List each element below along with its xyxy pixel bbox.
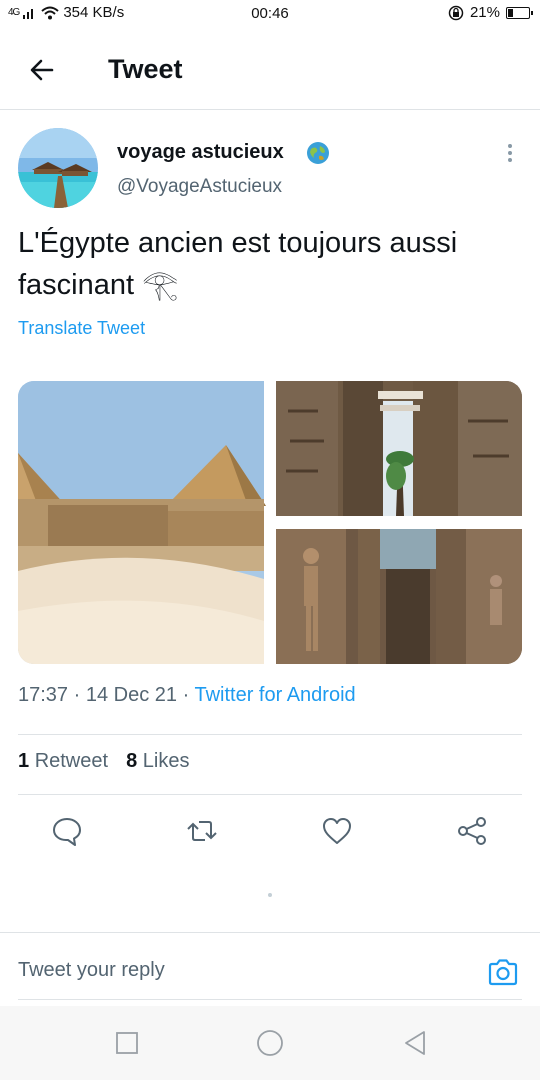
rotation-lock-icon — [448, 5, 464, 20]
arrow-left-icon[interactable] — [24, 52, 60, 88]
system-nav-bar — [0, 1006, 540, 1080]
tweet-actions — [0, 808, 540, 856]
meta-separator: · — [182, 684, 190, 706]
more-vertical-icon[interactable] — [500, 140, 520, 166]
globe-icon — [307, 142, 329, 164]
likes-label: Likes — [142, 750, 190, 772]
back-icon[interactable] — [400, 1028, 430, 1058]
tweet-source[interactable]: Twitter for Android — [194, 684, 355, 706]
retweet-icon[interactable] — [185, 814, 219, 848]
user-name[interactable]: voyage astucieux — [117, 141, 284, 164]
avatar[interactable] — [18, 128, 98, 208]
retweets-stat[interactable]: 1 Retweet — [18, 750, 108, 773]
battery-percent: 21% — [469, 4, 500, 21]
likes-count: 8 — [126, 750, 138, 772]
media-grid — [18, 381, 522, 664]
tweet-meta: 17:37 · 14 Dec 21 · Twitter for Android — [18, 684, 356, 707]
battery-icon — [506, 6, 533, 19]
user-handle[interactable]: @VoyageAstucieux — [117, 176, 282, 198]
tweet-stats: 1 Retweet 8 Likes — [18, 750, 189, 773]
tweet-date: 14 Dec 21 — [85, 684, 178, 706]
home-icon[interactable] — [255, 1028, 285, 1058]
meta-separator: · — [73, 684, 81, 706]
heart-icon[interactable] — [320, 814, 354, 848]
status-bar: 4G 354 KB/s 00:46 21% — [0, 0, 540, 28]
camera-icon[interactable] — [486, 955, 520, 989]
page-title: Tweet — [108, 54, 183, 84]
reply-bar: Tweet your reply — [0, 932, 540, 1002]
retweets-label: Retweet — [34, 750, 109, 772]
recent-apps-icon[interactable] — [112, 1028, 142, 1058]
loading-dot — [268, 893, 272, 897]
share-icon[interactable] — [455, 814, 489, 848]
tweet-time: 17:37 — [18, 684, 69, 706]
divider — [18, 734, 522, 735]
comment-icon[interactable] — [50, 814, 84, 848]
tweet-text: L'Égypte ancien est toujours aussi fasci… — [18, 227, 458, 301]
top-app-bar: Tweet — [0, 28, 540, 110]
divider — [18, 794, 522, 795]
likes-stat[interactable]: 8 Likes — [126, 750, 189, 773]
reply-input[interactable]: Tweet your reply — [18, 959, 165, 982]
reply-underline — [18, 999, 522, 1000]
media-image-columns[interactable] — [276, 381, 522, 516]
media-image-pyramids[interactable] — [18, 381, 266, 664]
media-image-hieroglyphs[interactable] — [276, 529, 522, 664]
translate-tweet-link[interactable]: Translate Tweet — [18, 318, 145, 339]
retweets-count: 1 — [18, 750, 30, 772]
